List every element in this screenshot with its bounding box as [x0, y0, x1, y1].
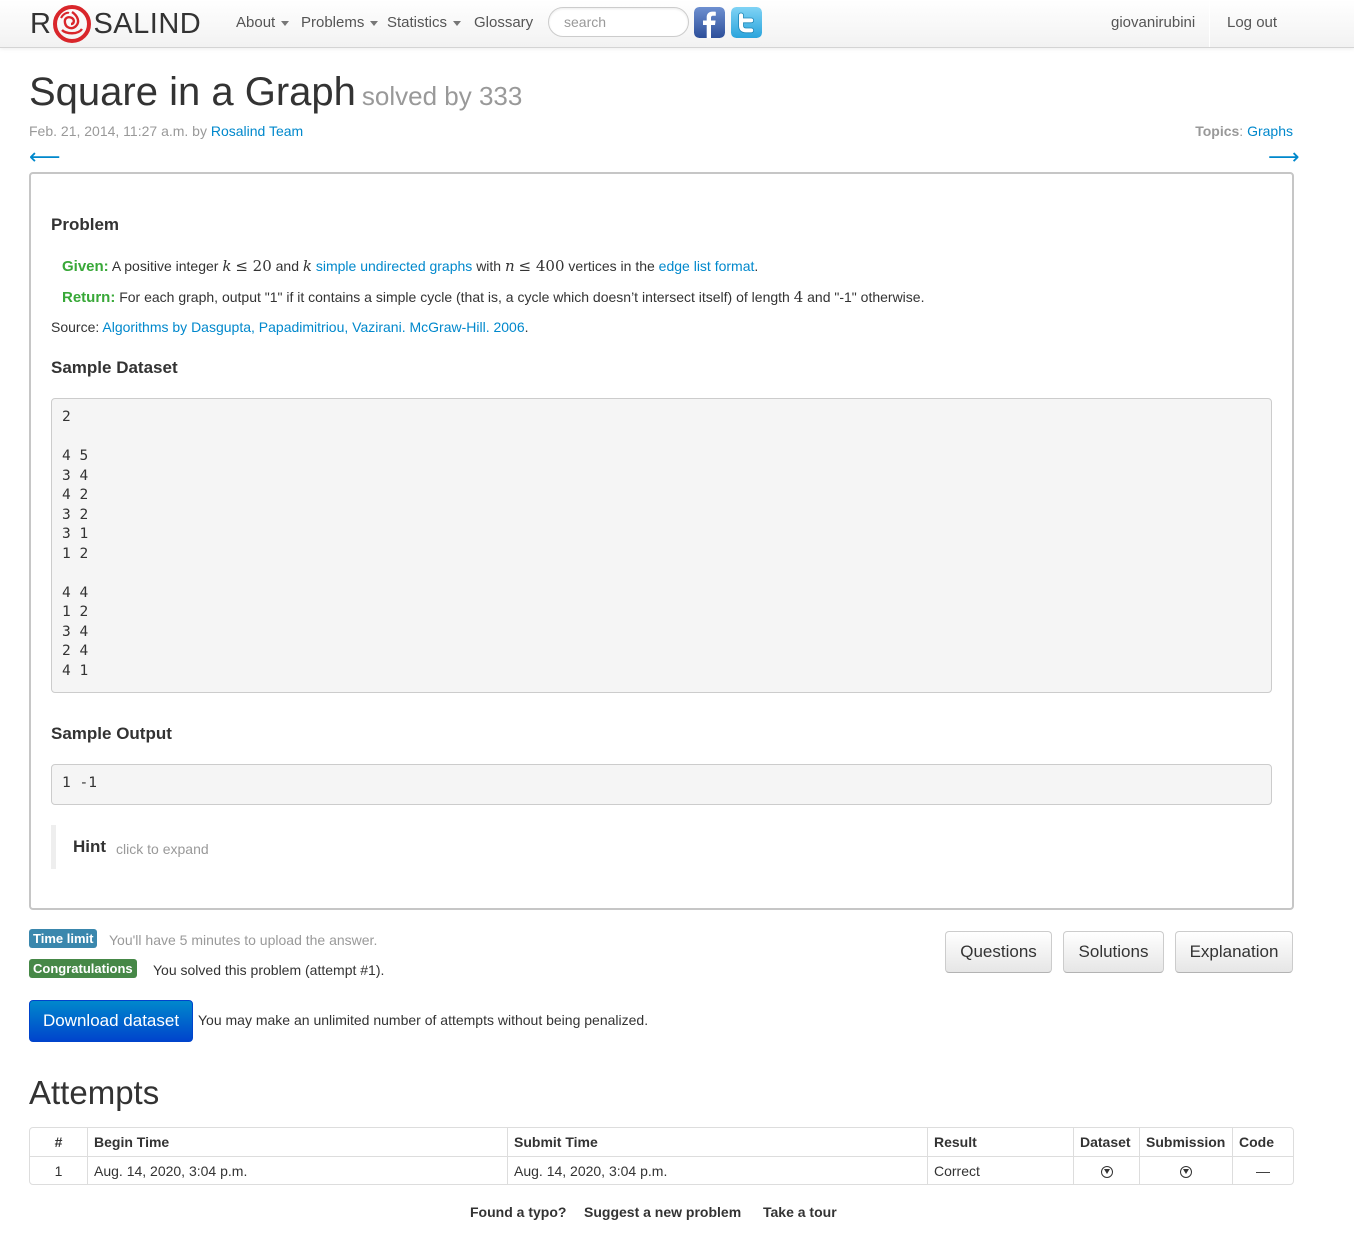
problem-title: Square in a Graph — [29, 70, 356, 114]
return-text: For each graph, output "1" if it contain… — [119, 289, 790, 305]
math-le-20: ≤ 20 — [235, 257, 272, 275]
download-dataset-icon[interactable] — [1100, 1165, 1113, 1178]
sample-output-heading: Sample Output — [51, 724, 172, 743]
time-limit-text: You'll have 5 minutes to upload the answ… — [109, 932, 378, 948]
math-4: 4 — [793, 288, 804, 306]
attempts-heading: Attempts — [29, 1074, 160, 1111]
hint-toggle[interactable]: Hint click to expand — [51, 825, 209, 869]
math-k: k — [222, 257, 232, 275]
nav-problems[interactable]: Problems — [301, 14, 379, 31]
source-period: . — [524, 319, 529, 335]
search-input[interactable] — [548, 7, 689, 37]
twitter-icon[interactable] — [731, 7, 762, 38]
attempt-submit-time: Aug. 14, 2020, 3:04 p.m. — [507, 1156, 927, 1184]
col-code: Code — [1232, 1128, 1293, 1156]
return-text-end: and "-1" otherwise. — [807, 289, 925, 305]
congratulations-badge: Congratulations — [29, 959, 137, 978]
sample-dataset-block: 2 4 5 3 4 4 2 3 2 3 1 1 2 4 4 1 2 3 4 2 … — [51, 398, 1272, 693]
return-statement: Return: For each graph, output "1" if it… — [62, 288, 924, 306]
col-dataset: Dataset — [1073, 1128, 1139, 1156]
edge-list-format-link[interactable]: edge list format — [659, 258, 755, 274]
given-and: and — [275, 258, 299, 274]
congratulations-text: You solved this problem (attempt #1). — [153, 962, 385, 978]
attempt-submission-cell — [1139, 1156, 1232, 1184]
math-le-400: ≤ 400 — [518, 257, 565, 275]
given-with: with — [476, 258, 502, 274]
user-link[interactable]: giovanirubini — [1111, 14, 1195, 31]
attempt-code: — — [1232, 1156, 1293, 1184]
topics: Topics: Graphs — [1195, 123, 1293, 139]
brand-text: SALIND — [93, 7, 202, 40]
chevron-down-icon — [281, 20, 290, 26]
return-label: Return: — [62, 289, 116, 306]
attempt-number: 1 — [30, 1156, 87, 1184]
hint-subtitle: click to expand — [116, 840, 209, 857]
problem-meta: Feb. 21, 2014, 11:27 a.m. by Rosalind Te… — [29, 123, 303, 139]
math-n: n — [504, 257, 515, 275]
topics-label: Topics — [1195, 123, 1240, 139]
rosalind-rose-icon — [53, 5, 92, 43]
given-statement: Given: A positive integer k ≤ 20 and k s… — [62, 257, 758, 275]
chevron-down-icon — [453, 20, 462, 26]
nav-about-label: About — [236, 14, 276, 31]
top-navbar: R SALIND About Problems Statistics Gloss… — [0, 0, 1354, 48]
col-submission: Submission — [1139, 1128, 1232, 1156]
solutions-button[interactable]: Solutions — [1063, 931, 1164, 973]
page-title: Square in a Graph solved by 333 — [29, 68, 522, 120]
problem-date: Feb. 21, 2014, 11:27 a.m. by — [29, 123, 207, 139]
col-result: Result — [927, 1128, 1073, 1156]
nav-about[interactable]: About — [236, 14, 290, 31]
nav-statistics-label: Statistics — [387, 14, 448, 31]
col-submit-time: Submit Time — [507, 1128, 927, 1156]
nav-glossary[interactable]: Glossary — [474, 14, 533, 31]
time-limit-badge: Time limit — [29, 929, 98, 948]
attempt-dataset-cell — [1073, 1156, 1139, 1184]
footer-suggest-link[interactable]: Suggest a new problem — [584, 1204, 741, 1220]
questions-button[interactable]: Questions — [945, 931, 1052, 973]
author-link[interactable]: Rosalind Team — [211, 123, 303, 139]
chevron-down-icon — [370, 20, 379, 26]
brand-letter-r: R — [30, 7, 52, 40]
download-submission-icon[interactable] — [1180, 1165, 1192, 1178]
nav-glossary-label: Glossary — [474, 14, 534, 31]
explanation-button[interactable]: Explanation — [1175, 931, 1293, 973]
col-number: # — [54, 1134, 63, 1150]
topic-link-graphs[interactable]: Graphs — [1247, 123, 1293, 139]
nav-divider — [1209, 0, 1210, 47]
math-k: k — [302, 257, 312, 275]
problem-heading: Problem — [51, 215, 120, 234]
facebook-icon[interactable] — [694, 7, 725, 38]
footer-tour-link[interactable]: Take a tour — [763, 1204, 837, 1220]
attempts-note: You may make an unlimited number of atte… — [198, 1012, 649, 1028]
col-begin-time: Begin Time — [87, 1128, 507, 1156]
footer-typo-link[interactable]: Found a typo? — [470, 1204, 566, 1220]
rosalind-logo[interactable]: R SALIND — [30, 4, 201, 44]
next-problem-arrow-icon[interactable]: ⟶ — [1268, 144, 1300, 170]
source-link[interactable]: Algorithms by Dasgupta, Papadimitriou, V… — [102, 319, 524, 335]
simple-undirected-graphs-link[interactable]: simple undirected graphs — [316, 258, 472, 274]
given-text: A positive integer — [111, 258, 219, 274]
given-label: Given: — [62, 258, 109, 275]
attempts-table: # Begin Time Submit Time Result Dataset … — [29, 1127, 1294, 1185]
download-dataset-button[interactable]: Download dataset — [29, 1000, 193, 1042]
given-period: . — [754, 258, 759, 274]
table-row: 1 Aug. 14, 2020, 3:04 p.m. Aug. 14, 2020… — [30, 1156, 1293, 1184]
topics-colon: : — [1239, 123, 1244, 139]
source-line: Source: Algorithms by Dasgupta, Papadimi… — [51, 319, 529, 335]
nav-statistics[interactable]: Statistics — [387, 14, 462, 31]
source-label: Source: — [51, 319, 100, 335]
sample-output-block: 1 -1 — [51, 764, 1272, 805]
table-header-row: # Begin Time Submit Time Result Dataset … — [30, 1128, 1293, 1156]
problem-box: Problem Given: A positive integer k ≤ 20… — [29, 172, 1294, 910]
attempt-result: Correct — [927, 1156, 1073, 1184]
given-vertices-text: vertices in the — [568, 258, 655, 274]
solved-count: solved by 333 — [361, 81, 523, 111]
sample-dataset-heading: Sample Dataset — [51, 358, 178, 377]
prev-problem-arrow-icon[interactable]: ⟵ — [29, 144, 61, 170]
hint-title: Hint — [73, 837, 107, 856]
nav-problems-label: Problems — [301, 14, 365, 31]
attempt-begin-time: Aug. 14, 2020, 3:04 p.m. — [87, 1156, 507, 1184]
logout-link[interactable]: Log out — [1227, 14, 1277, 31]
